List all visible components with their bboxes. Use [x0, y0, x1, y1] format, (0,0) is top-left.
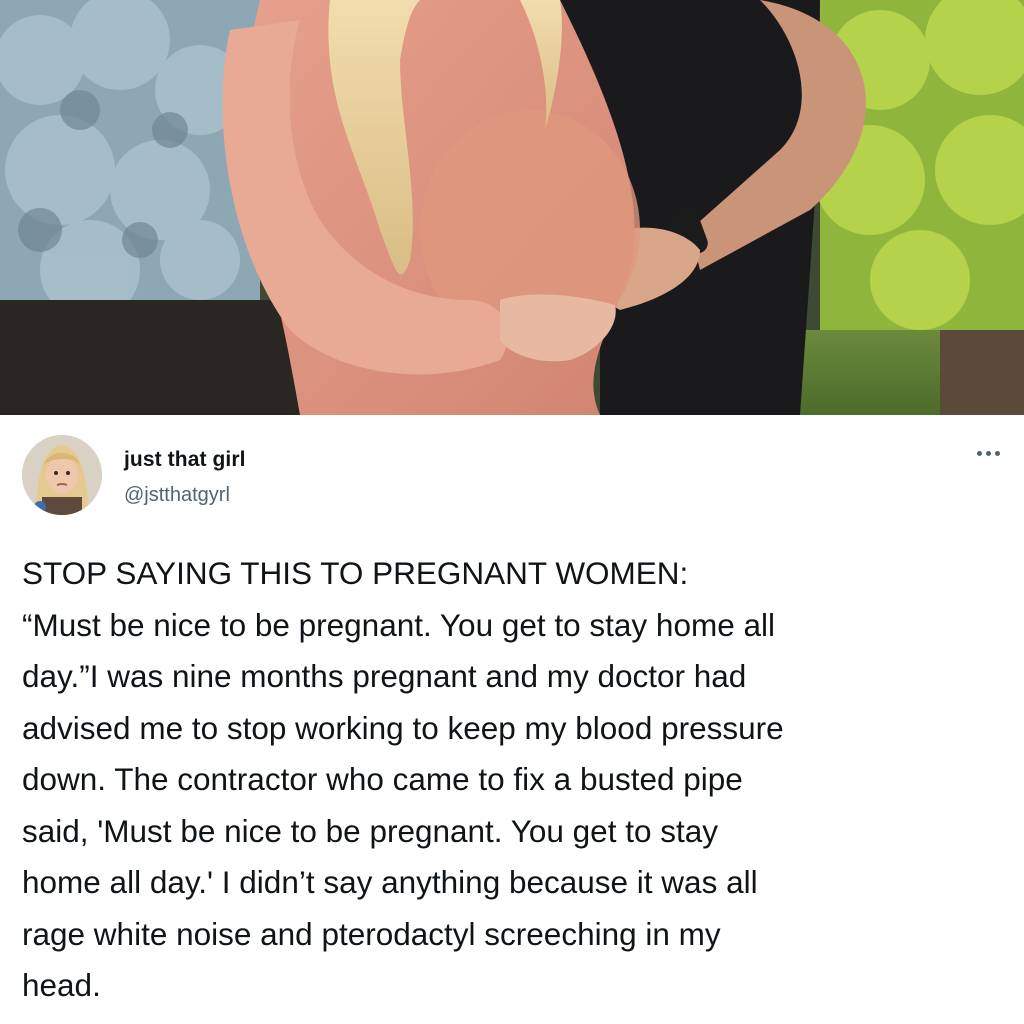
tweet-text-line: STOP SAYING THIS TO PREGNANT WOMEN: [22, 555, 689, 591]
user-avatar[interactable] [22, 435, 102, 515]
avatar-image [22, 435, 102, 515]
tweet-text-line: head. [22, 967, 101, 1003]
tweet-text-line: said, 'Must be nice to be pregnant. You … [22, 812, 718, 849]
more-dot [985, 450, 991, 456]
tweet-text-line: down. The contractor who came to fix a b… [22, 761, 743, 797]
tweet-text-line: rage white noise and pterodactyl screech… [22, 915, 721, 952]
more-dot [976, 450, 982, 456]
author-display-name[interactable]: just that girl [124, 448, 246, 472]
tweet-text-line: home all day.' I didn’t say anything bec… [22, 864, 758, 900]
tweet-text-line: advised me to stop working to keep my bl… [22, 709, 784, 746]
tweet-photo[interactable] [0, 0, 1024, 415]
tweet-text: STOP SAYING THIS TO PREGNANT WOMEN: “Mus… [22, 548, 1007, 1012]
more-options-icon[interactable] [968, 438, 1008, 468]
tweet-text-line: “Must be nice to be pregnant. You get to… [22, 606, 775, 643]
tweet-text-line: day.”I was nine months pregnant and my d… [22, 658, 747, 694]
tweet-photo-image [0, 0, 1024, 415]
author-handle[interactable]: @jstthatgyrl [124, 484, 230, 507]
more-dot [994, 450, 1000, 456]
